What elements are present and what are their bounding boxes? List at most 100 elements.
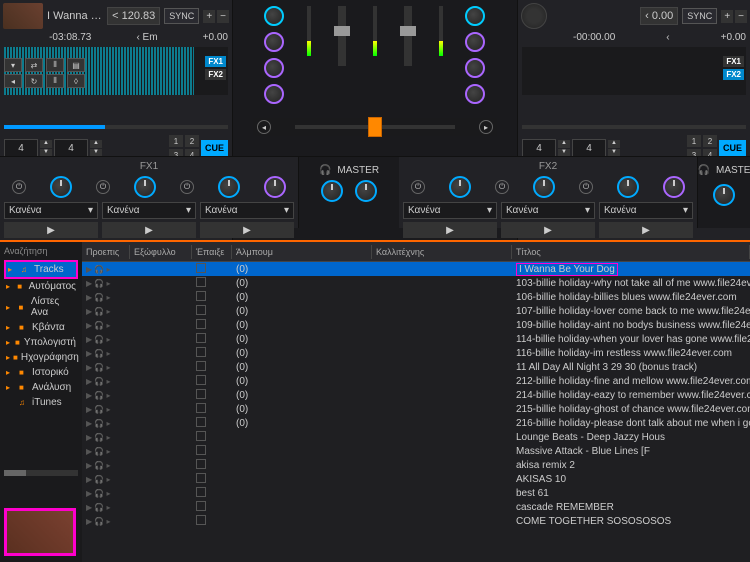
track-row[interactable]: ▶ 🎧 ▸(0)106-billie holiday-billies blues…: [82, 290, 750, 304]
col-album[interactable]: Άλμπουμ: [232, 245, 372, 259]
beat-box-b2[interactable]: 4: [572, 139, 606, 157]
wave-btn[interactable]: ⫴: [46, 58, 64, 72]
track-row[interactable]: ▶ 🎧 ▸(0)11 All Day All Night 3 29 30 (bo…: [82, 360, 750, 374]
track-row[interactable]: ▶ 🎧 ▸AKISAS 10: [82, 472, 750, 486]
power-icon[interactable]: ⏻: [579, 180, 593, 194]
play-icon[interactable]: ▶: [501, 222, 595, 238]
sidebar-item-κβάντα[interactable]: ▸■Κβάντα: [4, 320, 78, 335]
pitch-down[interactable]: −: [217, 10, 229, 23]
fx-knob[interactable]: [50, 176, 72, 198]
track-row[interactable]: ▶ 🎧 ▸(0)109-billie holiday-aint no bodys…: [82, 318, 750, 332]
cue-a-icon[interactable]: ◂: [257, 120, 271, 134]
col-cover[interactable]: Εξώφυλλο: [130, 245, 192, 259]
eq-knob[interactable]: [264, 32, 284, 52]
play-icon[interactable]: ▶: [599, 222, 693, 238]
volume-a[interactable]: [338, 6, 346, 66]
fx-select[interactable]: Κανένα▾: [599, 202, 693, 219]
headphone-icon[interactable]: 🎧: [698, 165, 710, 176]
eq-knob[interactable]: [264, 84, 284, 104]
sidebar-item-itunes[interactable]: ♫iTunes: [4, 395, 78, 410]
track-row[interactable]: ▶ 🎧 ▸best 61: [82, 486, 750, 500]
power-icon[interactable]: ⏻: [180, 180, 194, 194]
fx-dry-wet[interactable]: [663, 176, 685, 198]
pitch-up[interactable]: +: [721, 10, 733, 23]
sidebar-item-tracks[interactable]: ▸♫Tracks: [4, 260, 78, 279]
col-artist[interactable]: Καλλιτέχνης: [372, 245, 512, 259]
sidebar-item-ηχογράφηση[interactable]: ▸■Ηχογράφηση: [4, 350, 78, 365]
deck-a-cue[interactable]: CUE: [201, 140, 228, 156]
wave-btn[interactable]: ↻: [25, 74, 43, 88]
fx-select[interactable]: Κανένα▾: [403, 202, 497, 219]
fx-knob[interactable]: [617, 176, 639, 198]
track-row[interactable]: ▶ 🎧 ▸(0)216-billie holiday-please dont t…: [82, 416, 750, 430]
track-row[interactable]: ▶ 🎧 ▸(0)116-billie holiday-im restless w…: [82, 346, 750, 360]
sidebar-item-υπολογιστή[interactable]: ▸■Υπολογιστή: [4, 335, 78, 350]
track-row[interactable]: ▶ 🎧 ▸(0)107-billie holiday-lover come ba…: [82, 304, 750, 318]
power-icon[interactable]: ⏻: [495, 180, 509, 194]
hotcue-1[interactable]: 1: [169, 135, 183, 147]
sidebar-item-ανάλυση[interactable]: ▸■Ανάλυση: [4, 380, 78, 395]
up-icon[interactable]: ▲: [558, 140, 570, 148]
wave-btn[interactable]: ⫴: [46, 74, 64, 88]
up-icon[interactable]: ▲: [608, 140, 620, 148]
sidebar-item-ιστορικό[interactable]: ▸■Ιστορικό: [4, 365, 78, 380]
master-knob[interactable]: [321, 180, 343, 202]
pitch-down[interactable]: −: [735, 10, 747, 23]
fx-knob[interactable]: [218, 176, 240, 198]
track-row[interactable]: ▶ 🎧 ▸(0)214-billie holiday-eazy to remem…: [82, 388, 750, 402]
power-icon[interactable]: ⏻: [96, 180, 110, 194]
play-icon[interactable]: ▶: [102, 222, 196, 238]
deck-b-sync[interactable]: SYNC: [682, 8, 717, 24]
up-icon[interactable]: ▲: [40, 140, 52, 148]
search-label[interactable]: Αναζήτηση: [4, 246, 78, 256]
volume-b[interactable]: [404, 6, 412, 66]
fx-knob[interactable]: [533, 176, 555, 198]
eq-knob[interactable]: [465, 6, 485, 26]
deck-a-fx2[interactable]: FX2: [205, 69, 226, 80]
up-icon[interactable]: ▲: [90, 140, 102, 148]
beat-box-a1[interactable]: 4: [4, 139, 38, 157]
wave-btn[interactable]: ◂: [4, 74, 22, 88]
wave-btn[interactable]: ▾: [4, 58, 22, 72]
eq-knob[interactable]: [465, 84, 485, 104]
fx-select[interactable]: Κανένα▾: [200, 202, 294, 219]
crossfader[interactable]: ◂ ▸: [253, 118, 497, 136]
headphone-icon[interactable]: 🎧: [319, 165, 331, 176]
track-row[interactable]: ▶ 🎧 ▸(0)103-billie holiday-why not take …: [82, 276, 750, 290]
track-row[interactable]: ▶ 🎧 ▸cascade REMEMBER: [82, 500, 750, 514]
deck-b-jog[interactable]: [521, 3, 547, 29]
deck-a-sync[interactable]: SYNC: [164, 8, 199, 24]
sidebar-item-λίστες ανα[interactable]: ▸■Λίστες Ανα: [4, 294, 78, 320]
fx-select[interactable]: Κανένα▾: [4, 202, 98, 219]
fx-select[interactable]: Κανένα▾: [102, 202, 196, 219]
cue-b-icon[interactable]: ▸: [479, 120, 493, 134]
fx-knob[interactable]: [449, 176, 471, 198]
track-row[interactable]: ▶ 🎧 ▸COME TOGETHER SOSOSOSOS: [82, 514, 750, 528]
deck-b-fx2[interactable]: FX2: [723, 69, 744, 80]
eq-knob[interactable]: [465, 32, 485, 52]
track-row[interactable]: ▶ 🎧 ▸Massive Attack - Blue Lines [F: [82, 444, 750, 458]
eq-knob[interactable]: [264, 58, 284, 78]
pitch-up[interactable]: +: [203, 10, 215, 23]
fx-select[interactable]: Κανένα▾: [501, 202, 595, 219]
track-row[interactable]: ▶ 🎧 ▸Lounge Beats - Deep Jazzy Hous: [82, 430, 750, 444]
play-icon[interactable]: ▶: [4, 222, 98, 238]
track-row[interactable]: ▶ 🎧 ▸(0)212-billie holiday-fine and mell…: [82, 374, 750, 388]
hotcue-2[interactable]: 2: [703, 135, 717, 147]
eq-knob[interactable]: [465, 58, 485, 78]
track-row[interactable]: ▶ 🎧 ▸akisa remix 2: [82, 458, 750, 472]
master-knob[interactable]: [713, 184, 735, 206]
track-row[interactable]: ▶ 🎧 ▸(0)I Wanna Be Your Dog: [82, 262, 750, 276]
beat-box-b1[interactable]: 4: [522, 139, 556, 157]
deck-b-cue[interactable]: CUE: [719, 140, 746, 156]
power-icon[interactable]: ⏻: [411, 180, 425, 194]
deck-b-fx1[interactable]: FX1: [723, 56, 744, 67]
master-knob[interactable]: [355, 180, 377, 202]
wave-btn[interactable]: ⇄: [25, 58, 43, 72]
col-preview[interactable]: Προεπις: [82, 245, 130, 259]
track-row[interactable]: ▶ 🎧 ▸(0)215-billie holiday-ghost of chan…: [82, 402, 750, 416]
deck-a-bpm[interactable]: < 120.83: [107, 7, 160, 25]
deck-b-waveform[interactable]: [522, 47, 746, 95]
wave-btn[interactable]: ▤: [67, 58, 85, 72]
deck-b-bpm[interactable]: ‹ 0.00: [640, 7, 678, 25]
